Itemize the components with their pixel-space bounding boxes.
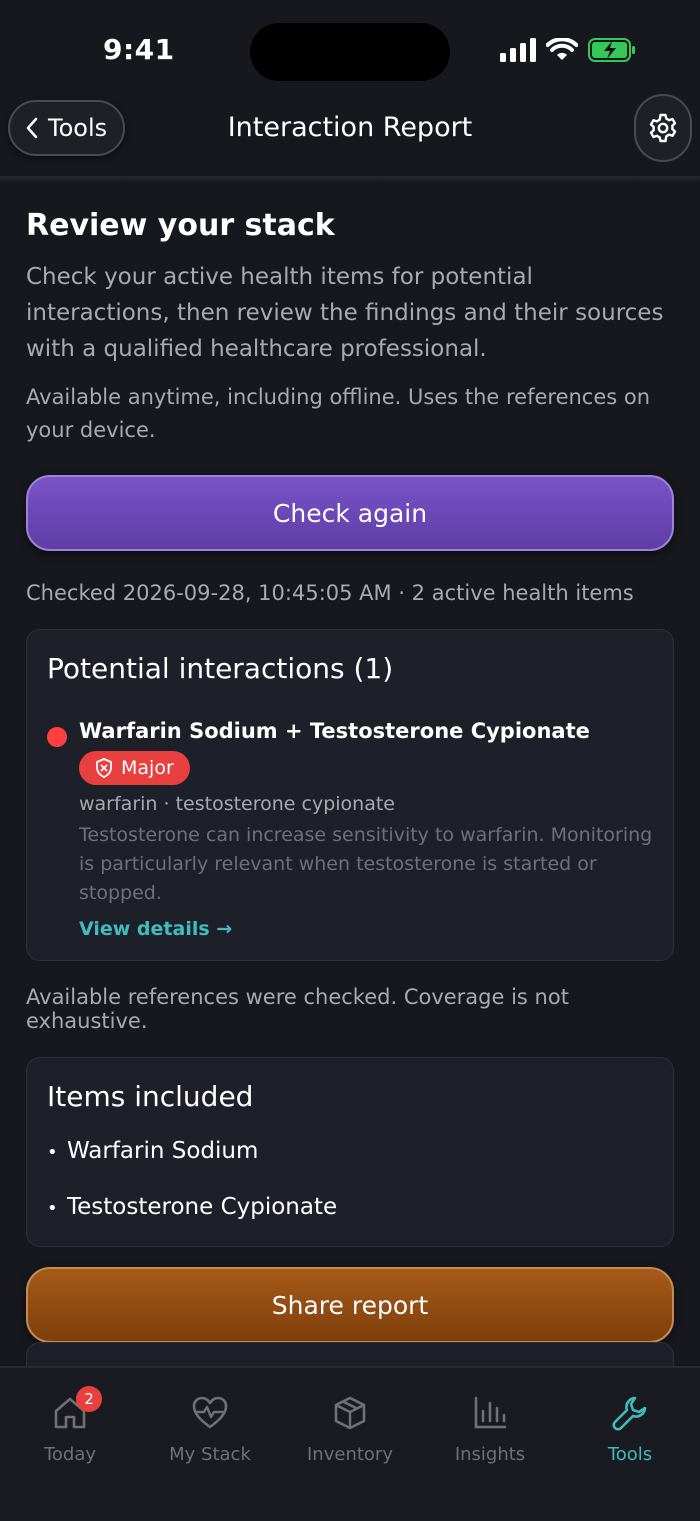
share-report-button[interactable]: Share report [26, 1267, 674, 1343]
items-list: • Warfarin Sodium • Testosterone Cypionate [47, 1133, 653, 1245]
offline-note: Available anytime, including offline. Us… [26, 385, 651, 442]
interaction-description: Testosterone can increase sensitivity to… [79, 824, 653, 904]
bar-chart-icon [474, 1396, 507, 1429]
tab-label: Insights [454, 1444, 526, 1465]
wifi-icon [546, 38, 578, 60]
status-bar: 9:41 [0, 0, 700, 100]
item-label: Warfarin Sodium [67, 1138, 259, 1164]
interactions-card: Potential interactions (1) Warfarin Sodi… [26, 629, 674, 961]
section-heading: Review your stack [26, 208, 335, 243]
item-label: Testosterone Cypionate [67, 1194, 338, 1220]
nav-bar: Tools Interaction Report [0, 92, 700, 172]
interaction-title: Warfarin Sodium + Testosterone Cypionate [79, 719, 590, 743]
status-time: 9:41 [103, 33, 175, 66]
gear-icon [649, 113, 677, 143]
dynamic-island [250, 23, 450, 81]
tab-label: Tools [607, 1444, 653, 1465]
interactions-title: Potential interactions (1) [47, 652, 394, 685]
tab-inventory[interactable]: Inventory [280, 1392, 420, 1465]
wrench-icon [612, 1396, 647, 1431]
heart-pulse-icon [192, 1396, 228, 1429]
main-content: Review your stack Check your active heal… [26, 182, 674, 1343]
tab-my-stack[interactable]: My Stack [140, 1392, 280, 1465]
box-icon [334, 1396, 366, 1430]
tab-tools[interactable]: Tools [560, 1392, 700, 1465]
interaction-drugs: warfarin · testosterone cypionate [79, 793, 395, 815]
interaction-item: Warfarin Sodium + Testosterone Cypionate… [47, 719, 653, 940]
list-item: • Warfarin Sodium [47, 1138, 259, 1164]
coverage-note: Available references were checked. Cover… [26, 985, 569, 1033]
status-icons [500, 38, 636, 62]
intro-text: Check your active health items for poten… [26, 264, 664, 362]
check-again-button[interactable]: Check again [26, 475, 674, 551]
items-included-card: Items included • Warfarin Sodium • Testost… [26, 1057, 674, 1247]
tab-bar: 2 Today My Stack Inventory Insights Tool… [0, 1366, 700, 1521]
list-item: • Testosterone Cypionate [47, 1194, 338, 1220]
signal-icon [500, 38, 536, 62]
tab-label: My Stack [169, 1444, 251, 1465]
severity-label: Major [121, 757, 174, 779]
severity-dot [47, 727, 67, 747]
page-title: Interaction Report [227, 112, 473, 143]
items-included-title: Items included [47, 1080, 254, 1113]
settings-button[interactable] [634, 94, 692, 162]
view-details-link[interactable]: View details → [79, 918, 232, 940]
last-checked-text: Checked 2026-09-28, 10:45:05 AM · 2 acti… [26, 581, 634, 605]
shield-alert-icon [96, 758, 112, 778]
tab-label: Today [43, 1444, 97, 1465]
tab-insights[interactable]: Insights [420, 1392, 560, 1465]
tab-today[interactable]: 2 Today [0, 1386, 140, 1465]
severity-badge: Major [79, 751, 190, 785]
notification-badge: 2 [76, 1386, 102, 1412]
battery-charging-icon [588, 38, 635, 62]
tab-label: Inventory [307, 1444, 393, 1465]
